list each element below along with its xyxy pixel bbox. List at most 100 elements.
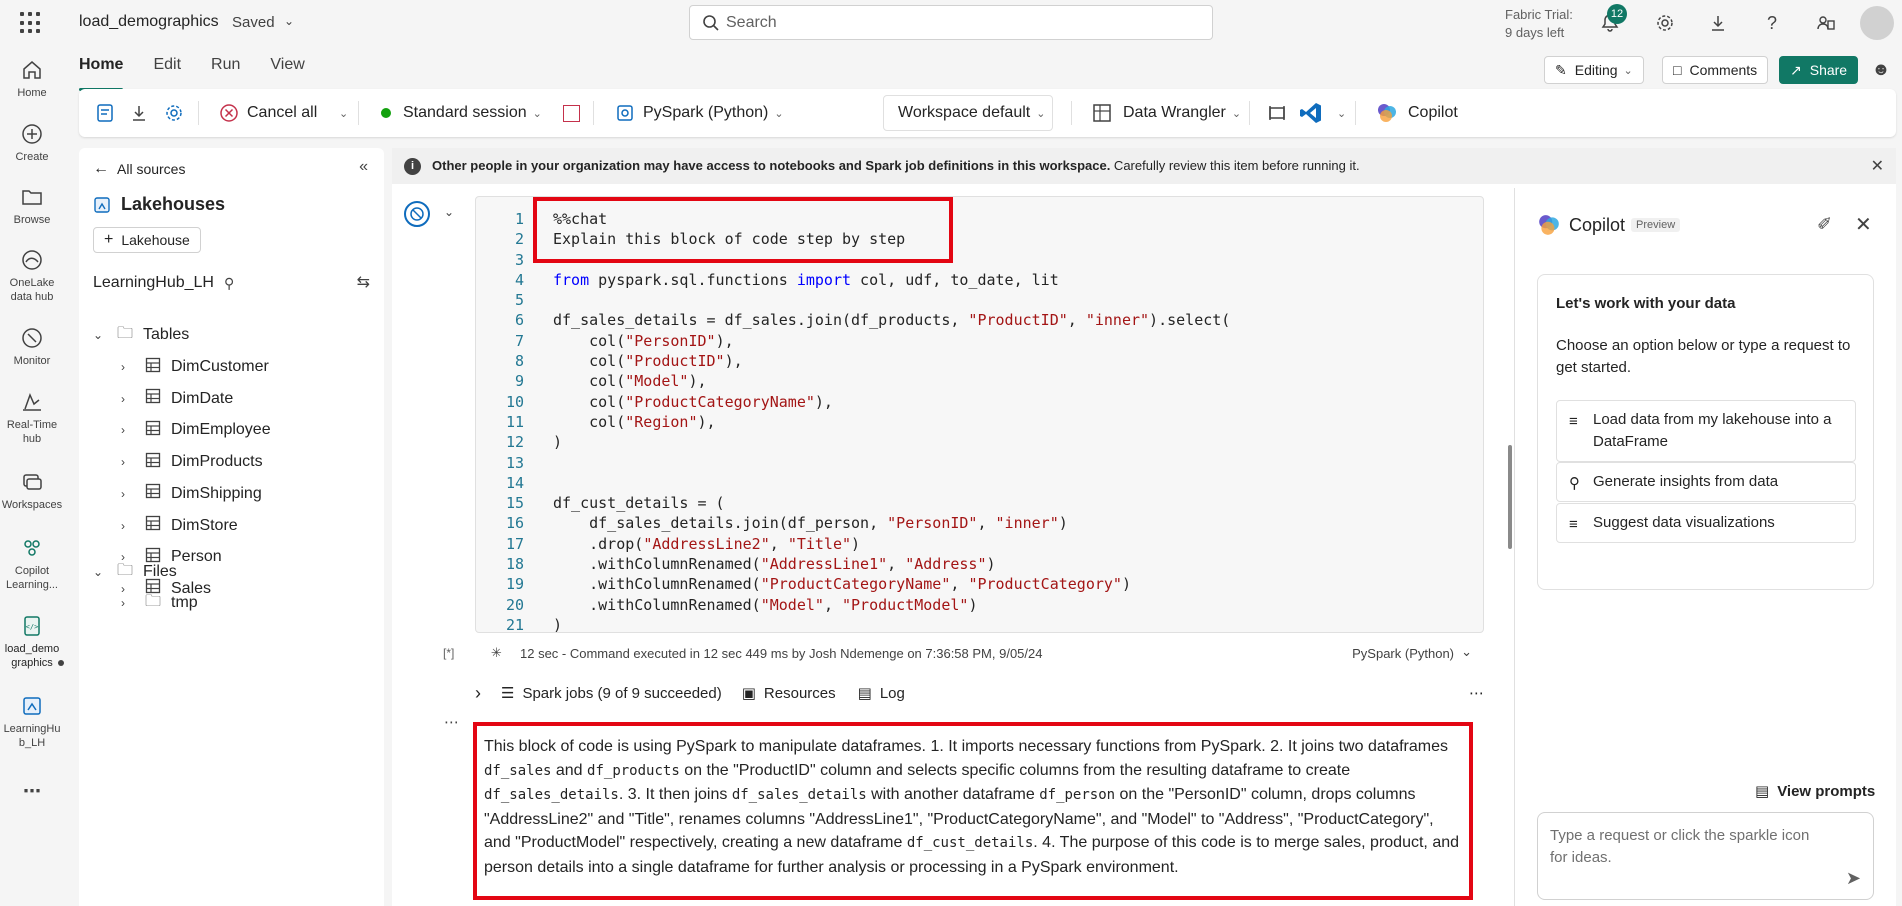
rail-item-home[interactable]: Home: [0, 58, 64, 100]
scrollbar[interactable]: [1508, 445, 1512, 549]
language-selector[interactable]: PySpark (Python) ⌄: [615, 101, 784, 125]
collapse-pane-icon[interactable]: «: [359, 158, 368, 176]
swap-icon[interactable]: ⇆: [357, 272, 370, 292]
output-more-icon[interactable]: ⋯: [444, 713, 459, 731]
chevron-down-icon[interactable]: ⌄: [1331, 101, 1346, 125]
rail-label: Copilot: [14, 565, 50, 577]
chevron-down-icon[interactable]: ⌄: [444, 205, 454, 219]
code-line: 14: [505, 473, 524, 492]
tab-run[interactable]: Run: [211, 56, 240, 84]
help-icon[interactable]: ?: [1759, 10, 1785, 36]
code-editor[interactable]: 1 %%chat 2 Explain this block of code step…: [476, 209, 1485, 635]
tree-item-table[interactable]: › DimEmployee: [79, 418, 384, 442]
all-sources-link[interactable]: ← All sources: [93, 160, 185, 178]
saved-status[interactable]: Saved: [232, 14, 275, 31]
copilot-button[interactable]: Copilot: [1376, 101, 1458, 125]
cell-language[interactable]: PySpark (Python): [1352, 646, 1454, 661]
vscode-icon[interactable]: [1299, 101, 1323, 125]
rail-item-copilot-learning[interactable]: Copilot Learning...: [0, 536, 64, 592]
cancel-icon: [220, 104, 238, 122]
session-label: Standard session: [403, 104, 527, 121]
rail-item-monitor[interactable]: Monitor: [0, 326, 64, 368]
view-prompts-label: View prompts: [1777, 782, 1876, 800]
chevron-right-icon[interactable]: ›: [475, 683, 481, 704]
run-cell-button[interactable]: [404, 201, 430, 227]
environment-selector[interactable]: Workspace default ⌄: [883, 95, 1053, 131]
explorer-pane: ← All sources « Lakehouses + Lakehouse L…: [79, 148, 384, 906]
table-icon: [145, 515, 161, 536]
download-icon[interactable]: [129, 101, 149, 125]
send-icon[interactable]: ➤: [1846, 868, 1861, 889]
pin-icon[interactable]: ⚲: [224, 275, 234, 292]
share-button[interactable]: ↗ Share: [1779, 56, 1859, 84]
copilot-input[interactable]: Type a request or click the sparkle icon…: [1537, 812, 1874, 900]
cancel-all-button[interactable]: Cancel all: [219, 101, 317, 125]
person-feedback-icon[interactable]: ☻: [1868, 56, 1894, 82]
frame-icon[interactable]: [1267, 101, 1287, 125]
gear-icon[interactable]: [1652, 10, 1678, 36]
resources-tab[interactable]: Resources: [764, 685, 836, 702]
more-icon[interactable]: ⋯: [1469, 684, 1484, 702]
lakehouse-name-label: LearningHub_LH: [93, 274, 214, 291]
rail-item-onelake[interactable]: OneLake data hub: [0, 248, 64, 304]
search-box[interactable]: Search: [689, 5, 1213, 40]
lakehouse-name[interactable]: LearningHub_LH ⚲: [93, 274, 234, 292]
workspaces-icon: [23, 474, 42, 490]
tab-home[interactable]: Home: [79, 56, 124, 91]
chevron-down-icon[interactable]: ⌄: [1461, 644, 1472, 660]
data-wrangler-button[interactable]: Data Wrangler ⌄: [1091, 101, 1241, 125]
folder-icon: 🗀: [117, 324, 134, 342]
rail-label: hub: [22, 433, 42, 445]
tree-item-table[interactable]: › DimDate: [79, 387, 384, 411]
tree-label: tmp: [171, 594, 198, 611]
rail-item-realtime[interactable]: Real-Time hub: [0, 390, 64, 446]
tree-item-table[interactable]: › DimCustomer: [79, 355, 384, 379]
download-icon[interactable]: [1705, 10, 1731, 36]
rail-item-browse[interactable]: Browse: [0, 185, 64, 227]
notebook-settings-icon[interactable]: [95, 101, 117, 125]
add-lakehouse-button[interactable]: + Lakehouse: [93, 227, 201, 253]
close-icon[interactable]: ✕: [1855, 212, 1872, 237]
info-banner: i Other people in your organization may …: [392, 148, 1896, 184]
option-generate-insights[interactable]: ⚲ Generate insights from data: [1556, 462, 1856, 502]
spark-jobs-label[interactable]: Spark jobs (9 of 9 succeeded): [522, 685, 721, 702]
more-icon[interactable]: ⋯: [0, 782, 64, 800]
tree-item-tmp[interactable]: › 🗀 tmp: [79, 591, 384, 615]
editing-mode-button[interactable]: ✎ Editing ⌄: [1544, 56, 1644, 84]
tree-folder-files[interactable]: ⌄ 🗀 Files: [79, 560, 384, 584]
tab-view[interactable]: View: [270, 56, 304, 84]
tree-item-table[interactable]: › DimShipping: [79, 482, 384, 506]
app-launcher-icon[interactable]: [20, 12, 42, 34]
avatar[interactable]: [1860, 6, 1894, 40]
trial-status[interactable]: Fabric Trial: 9 days left: [1505, 6, 1573, 42]
chevron-down-icon[interactable]: ⌄: [333, 101, 348, 125]
session-button[interactable]: Standard session ⌄: [381, 101, 542, 125]
tree-item-table[interactable]: › DimProducts: [79, 450, 384, 474]
browse-icon: [22, 190, 42, 205]
option-suggest-visualizations[interactable]: ≡ Suggest data visualizations: [1556, 503, 1856, 543]
input-placeholder: Type a request or click the sparkle icon…: [1550, 827, 1810, 866]
tab-edit[interactable]: Edit: [153, 56, 181, 84]
close-icon[interactable]: ✕: [1871, 156, 1884, 176]
banner-rest-text: Carefully review this item before runnin…: [1110, 158, 1360, 173]
stop-session-button[interactable]: [563, 101, 580, 125]
people-icon[interactable]: [1813, 10, 1839, 36]
comments-button[interactable]: □ Comments: [1662, 56, 1769, 84]
rail-label: Home: [17, 87, 47, 99]
rail-item-workspaces[interactable]: Workspaces: [0, 470, 64, 512]
option-load-data[interactable]: ≡ Load data from my lakehouse into a Dat…: [1556, 400, 1856, 462]
document-title[interactable]: load_demographics: [79, 13, 219, 31]
rail-item-load-demographics[interactable]: </> load_demo graphics: [0, 614, 64, 670]
log-tab[interactable]: Log: [880, 685, 905, 702]
divider: [358, 101, 359, 125]
copilot-learning-icon: [24, 540, 40, 556]
trial-label: Fabric Trial:: [1505, 7, 1573, 22]
chevron-down-icon[interactable]: ⌄: [284, 14, 294, 28]
view-prompts-button[interactable]: ▤ View prompts: [1755, 782, 1876, 801]
rail-item-create[interactable]: Create: [0, 122, 64, 164]
rail-item-learninghub-lh[interactable]: LearningHu b_LH: [0, 694, 64, 750]
tree-item-table[interactable]: › DimStore: [79, 514, 384, 538]
gear-icon[interactable]: [164, 101, 184, 125]
tree-folder-tables[interactable]: ⌄ 🗀 Tables: [79, 323, 384, 347]
broom-icon[interactable]: ✐: [1817, 214, 1832, 235]
